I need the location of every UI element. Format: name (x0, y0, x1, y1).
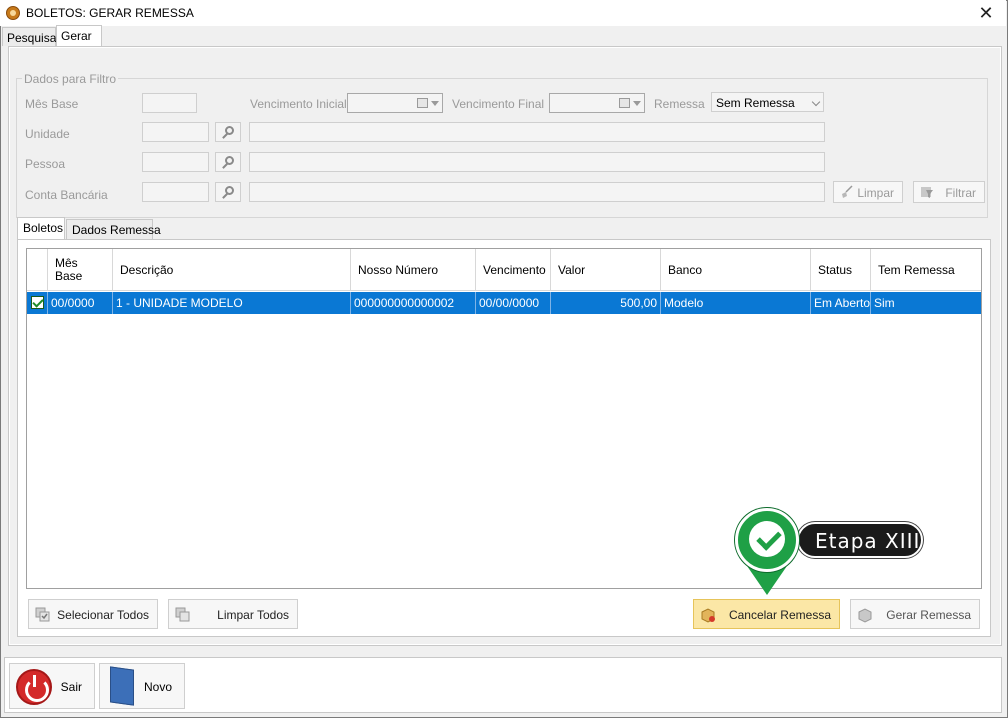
remessa-select[interactable]: Sem Remessa (711, 92, 824, 112)
package-icon (858, 608, 872, 623)
header-valor[interactable]: Valor (551, 249, 661, 291)
cancelar-remessa-button[interactable]: Cancelar Remessa (693, 599, 840, 629)
unidade-search-button[interactable] (215, 122, 241, 142)
new-document-icon (110, 666, 134, 706)
limpar-todos-button[interactable]: Limpar Todos (168, 599, 298, 629)
filter-legend: Dados para Filtro (22, 72, 119, 86)
select-all-icon (35, 607, 50, 622)
unidade-code-input[interactable] (142, 122, 209, 142)
header-tem-remessa[interactable]: Tem Remessa (871, 249, 981, 291)
cell-vencimento: 00/00/0000 (476, 292, 551, 314)
vencimento-final-picker[interactable] (549, 93, 645, 113)
cell-nosso-numero: 000000000000002 (351, 292, 476, 314)
cell-mes-base: 00/0000 (48, 292, 113, 314)
pessoa-code-input[interactable] (142, 152, 209, 172)
header-banco[interactable]: Banco (661, 249, 811, 291)
window-title: BOLETOS: GERAR REMESSA (26, 6, 194, 20)
vencimento-inicial-picker[interactable] (347, 93, 443, 113)
title-bar: BOLETOS: GERAR REMESSA ✕ (0, 0, 1006, 26)
unidade-label: Unidade (25, 127, 70, 141)
pessoa-name-input[interactable] (249, 152, 825, 172)
row-checkbox[interactable] (31, 296, 44, 309)
grid-header: Mês Base Descrição Nosso Número Vencimen… (27, 249, 981, 291)
remessa-selected-value: Sem Remessa (716, 96, 795, 110)
mes-base-input[interactable] (142, 93, 197, 113)
table-row[interactable]: 00/0000 1 - UNIDADE MODELO 0000000000000… (27, 292, 981, 314)
pessoa-label: Pessoa (25, 157, 66, 171)
tab-boletos[interactable]: Boletos (17, 217, 65, 239)
cancelar-remessa-label: Cancelar Remessa (728, 608, 831, 622)
remessa-label: Remessa (654, 97, 705, 111)
header-descricao[interactable]: Descrição (113, 249, 351, 291)
conta-name-input[interactable] (249, 182, 825, 202)
gerar-remessa-button[interactable]: Gerar Remessa (850, 599, 980, 629)
unidade-name-input[interactable] (249, 122, 825, 142)
novo-label: Novo (143, 680, 172, 694)
tab-gerar[interactable]: Gerar (56, 25, 102, 46)
header-nosso-numero[interactable]: Nosso Número (351, 249, 476, 291)
conta-search-button[interactable] (215, 182, 241, 202)
conta-code-input[interactable] (142, 182, 209, 202)
mes-base-label: Mês Base (25, 97, 79, 111)
calendar-icon (619, 98, 630, 108)
vencimento-final-label: Vencimento Final (452, 97, 545, 111)
selecionar-todos-button[interactable]: Selecionar Todos (28, 599, 158, 629)
dropdown-arrow-icon (431, 101, 439, 106)
dropdown-arrow-icon (633, 101, 641, 106)
limpar-button[interactable]: Limpar (833, 181, 903, 203)
conta-bancaria-label: Conta Bancária (25, 188, 108, 202)
header-vencimento[interactable]: Vencimento (476, 249, 551, 291)
sair-label: Sair (60, 680, 82, 694)
vencimento-inicial-label: Vencimento Inicial (250, 97, 347, 111)
limpar-todos-label: Limpar Todos (217, 608, 289, 622)
limpar-label: Limpar (857, 186, 894, 200)
close-icon[interactable]: ✕ (974, 2, 998, 24)
clear-all-icon (175, 607, 190, 622)
calendar-icon (417, 98, 428, 108)
gerar-remessa-label: Gerar Remessa (886, 608, 971, 622)
cell-banco: Modelo (661, 292, 811, 314)
selecionar-todos-label: Selecionar Todos (57, 608, 149, 622)
chevron-down-icon (811, 97, 821, 107)
filtrar-label: Filtrar (945, 186, 976, 200)
step-callout-text: Etapa XIII (815, 529, 921, 553)
app-logo-icon (6, 6, 20, 20)
checkmark-icon (749, 521, 785, 557)
header-select (27, 249, 48, 291)
cell-tem-remessa: Sim (874, 296, 895, 310)
broom-icon (842, 185, 853, 198)
novo-button[interactable]: Novo (99, 663, 185, 709)
filter-icon (921, 187, 933, 198)
power-icon (16, 669, 52, 705)
tab-pesquisa[interactable]: Pesquisa (2, 27, 56, 46)
filtrar-button[interactable]: Filtrar (913, 181, 985, 203)
tab-dados-remessa[interactable]: Dados Remessa (66, 219, 161, 239)
pessoa-search-button[interactable] (215, 152, 241, 172)
cancel-package-icon (701, 608, 715, 623)
cell-valor: 500,00 (551, 292, 661, 314)
cell-descricao: 1 - UNIDADE MODELO (113, 292, 351, 314)
sair-button[interactable]: Sair (9, 663, 95, 709)
header-mes-base[interactable]: Mês Base (48, 249, 113, 291)
row-select-cell[interactable] (27, 292, 48, 314)
cell-status: Em Aberto (811, 292, 871, 314)
header-status[interactable]: Status (811, 249, 871, 291)
